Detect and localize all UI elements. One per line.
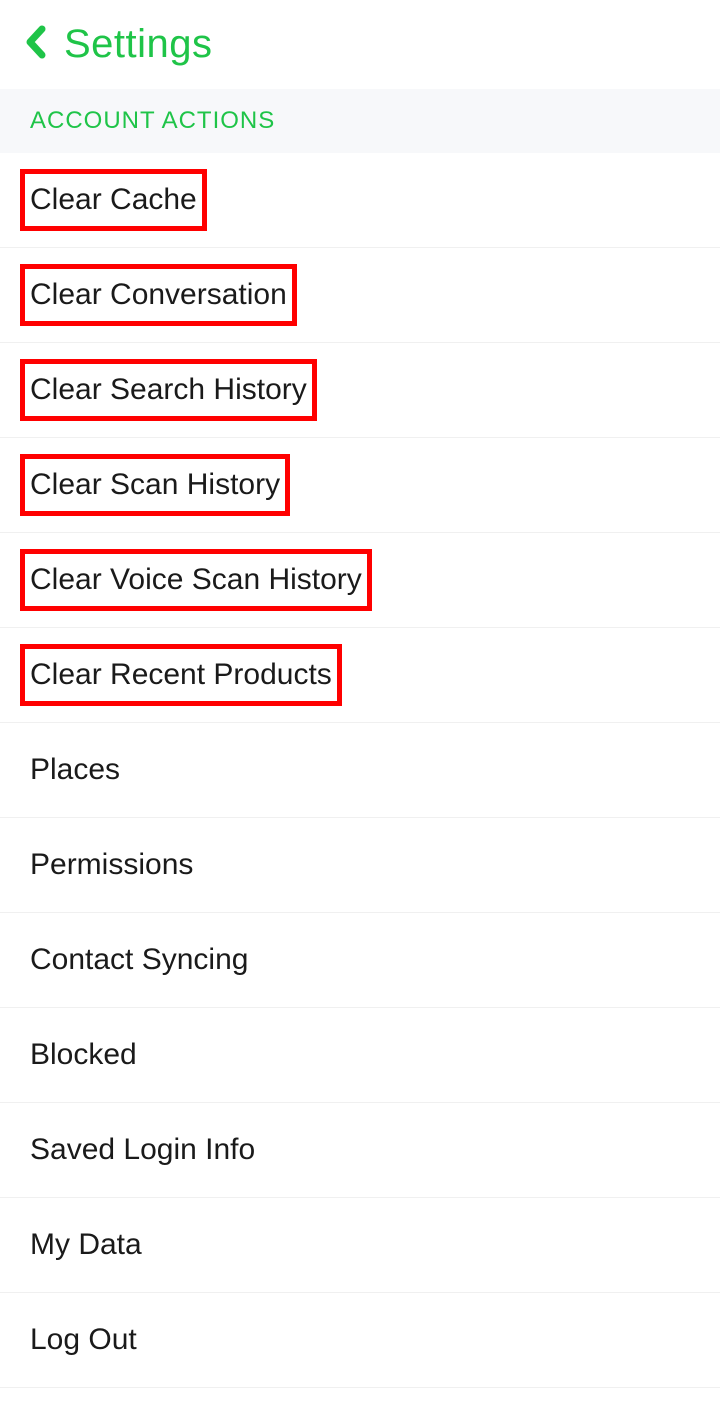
settings-item-clear-search-history[interactable]: Clear Search History	[0, 343, 720, 438]
settings-item-saved-login-info[interactable]: Saved Login Info	[0, 1103, 720, 1198]
settings-item-log-out[interactable]: Log Out	[0, 1293, 720, 1388]
settings-item-label: My Data	[30, 1228, 142, 1262]
settings-list: Clear Cache Clear Conversation Clear Searc…	[0, 153, 720, 1388]
page-title: Settings	[64, 22, 213, 67]
settings-item-clear-cache[interactable]: Clear Cache	[0, 153, 720, 248]
settings-item-label: Clear Recent Products	[30, 658, 332, 692]
settings-item-label: Blocked	[30, 1038, 137, 1072]
settings-item-clear-scan-history[interactable]: Clear Scan History	[0, 438, 720, 533]
settings-item-clear-recent-products[interactable]: Clear Recent Products	[0, 628, 720, 723]
settings-item-label: Clear Scan History	[30, 468, 280, 502]
back-icon[interactable]	[24, 25, 46, 65]
settings-item-places[interactable]: Places	[0, 723, 720, 818]
settings-header: Settings	[0, 0, 720, 89]
settings-item-label: Contact Syncing	[30, 943, 248, 977]
settings-item-my-data[interactable]: My Data	[0, 1198, 720, 1293]
settings-item-label: Clear Voice Scan History	[30, 563, 362, 597]
settings-item-blocked[interactable]: Blocked	[0, 1008, 720, 1103]
settings-item-contact-syncing[interactable]: Contact Syncing	[0, 913, 720, 1008]
settings-item-label: Log Out	[30, 1323, 137, 1357]
settings-item-label: Clear Search History	[30, 373, 307, 407]
section-header-account-actions: ACCOUNT ACTIONS	[0, 89, 720, 153]
settings-item-clear-voice-scan-history[interactable]: Clear Voice Scan History	[0, 533, 720, 628]
settings-item-label: Clear Conversation	[30, 278, 287, 312]
settings-item-label: Permissions	[30, 848, 193, 882]
settings-item-label: Clear Cache	[30, 183, 197, 217]
settings-item-clear-conversation[interactable]: Clear Conversation	[0, 248, 720, 343]
settings-item-permissions[interactable]: Permissions	[0, 818, 720, 913]
settings-item-label: Saved Login Info	[30, 1133, 255, 1167]
settings-item-label: Places	[30, 753, 120, 787]
